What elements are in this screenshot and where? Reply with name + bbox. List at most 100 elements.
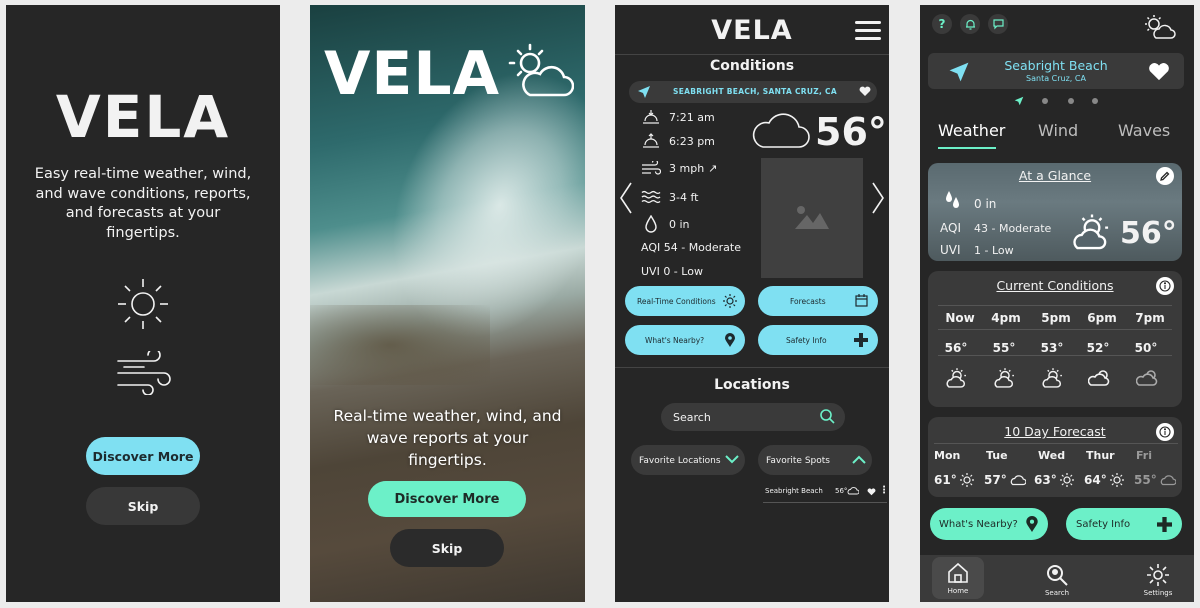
edit-button[interactable]	[1156, 167, 1174, 185]
chevron-left-icon[interactable]	[619, 181, 633, 215]
nav-search-label: Search	[1044, 589, 1070, 597]
divider	[938, 329, 1172, 330]
cloud-icon	[1088, 370, 1110, 386]
whats-nearby-label: What's Nearby?	[645, 335, 705, 345]
help-button[interactable]: ?	[932, 14, 952, 34]
nav-home[interactable]: Home	[932, 557, 984, 599]
waves-icon	[641, 190, 661, 204]
sunrise-time: 7:21 am	[669, 110, 715, 124]
current-temp: 56°	[815, 110, 887, 154]
nav-home-label: Home	[947, 587, 969, 595]
favorite-locations-dropdown[interactable]: Favorite Locations	[631, 445, 745, 475]
location-name: SEABRIGHT BEACH, SANTA CRUZ, CA	[673, 87, 837, 96]
location-subtitle: Santa Cruz, CA	[1026, 74, 1086, 83]
day-label: Thur	[1086, 449, 1115, 462]
top-bar: VELA	[615, 5, 889, 55]
favorite-spots-dropdown[interactable]: Favorite Spots	[758, 445, 872, 475]
wind-speed: 3 mph	[669, 161, 705, 175]
hour-temp: 53°	[1040, 341, 1064, 355]
waves-row: 3-4 ft	[641, 189, 698, 205]
tab-weather[interactable]: Weather	[938, 121, 1005, 140]
current-conditions-card: Current Conditions Now 4pm 5pm 6pm 7pm 5…	[928, 271, 1182, 407]
pencil-icon	[1160, 171, 1170, 181]
chat-button[interactable]	[988, 14, 1008, 34]
glance-uvi-label: UVI	[940, 243, 961, 257]
rock-shore	[310, 305, 490, 385]
safety-info-button[interactable]: Safety Info	[758, 325, 878, 355]
skip-button[interactable]: Skip	[86, 487, 200, 525]
gear-icon	[1147, 564, 1169, 586]
safety-info-label: Safety Info	[786, 335, 827, 345]
favorite-spot-item[interactable]: Seabright Beach 56° ⋮	[763, 485, 889, 503]
info-button[interactable]	[1156, 423, 1174, 441]
forecasts-label: Forecasts	[790, 296, 826, 306]
hour-label: 6pm	[1087, 311, 1117, 325]
sunset-icon	[643, 133, 659, 148]
spot-temp: 56°	[835, 487, 848, 495]
bell-icon	[965, 19, 975, 30]
discover-more-button[interactable]: Discover More	[86, 437, 200, 475]
tab-waves[interactable]: Waves	[1118, 121, 1170, 140]
glance-rain: 0 in	[974, 197, 997, 211]
safety-info-button[interactable]: Safety Info	[1066, 508, 1182, 540]
glance-aqi: 43 - Moderate	[974, 222, 1052, 235]
discover-more-button[interactable]: Discover More	[368, 481, 526, 517]
day-label: Mon	[934, 449, 961, 462]
notifications-button[interactable]	[960, 14, 980, 34]
image-placeholder	[761, 158, 863, 278]
cloud-icon	[1136, 370, 1158, 386]
nav-search[interactable]: Search	[1031, 557, 1083, 597]
ten-day-forecast-title: 10 Day Forecast	[1004, 424, 1106, 439]
glance-temp: 56°	[1120, 216, 1177, 251]
info-icon	[1159, 426, 1171, 438]
divider	[938, 355, 1172, 356]
search-input[interactable]: Search	[661, 403, 845, 431]
more-options-icon[interactable]: ⋮	[879, 485, 889, 496]
chat-icon	[992, 18, 1004, 29]
real-time-conditions-button[interactable]: Real-Time Conditions	[625, 286, 745, 316]
map-pin-icon	[725, 333, 735, 347]
glance-aqi-label: AQI	[940, 221, 961, 235]
location-bar[interactable]: SEABRIGHT BEACH, SANTA CRUZ, CA	[629, 81, 877, 103]
weather-home-screen: ? Seabright Beach Santa Cruz, CA Weather…	[920, 5, 1194, 602]
location-card[interactable]: Seabright Beach Santa Cruz, CA	[928, 53, 1184, 89]
whats-nearby-label: What's Nearby?	[939, 518, 1018, 530]
menu-icon[interactable]	[855, 21, 881, 40]
hour-label: 4pm	[991, 311, 1021, 325]
sunrise-icon	[643, 110, 659, 124]
raindrops-icon	[946, 191, 959, 208]
location-arrow-icon	[638, 86, 650, 98]
whats-nearby-button[interactable]: What's Nearby?	[625, 325, 745, 355]
heart-icon[interactable]	[859, 86, 871, 97]
image-icon	[795, 206, 829, 229]
day-label: Wed	[1038, 449, 1066, 462]
uvi-row: UVI 0 - Low	[641, 265, 703, 278]
sunset-time: 6:23 pm	[669, 134, 715, 148]
divider	[934, 443, 1178, 444]
forecasts-button[interactable]: Forecasts	[758, 286, 878, 316]
medical-cross-icon	[1157, 517, 1172, 532]
home-icon	[948, 562, 968, 583]
whats-nearby-button[interactable]: What's Nearby?	[930, 508, 1048, 540]
heart-icon[interactable]	[1148, 62, 1170, 82]
divider	[615, 367, 889, 368]
day-temp: 57°	[984, 473, 1007, 487]
sun-icon	[1110, 473, 1124, 487]
uvi-value: UVI 0 - Low	[641, 265, 703, 278]
heart-icon[interactable]	[867, 488, 876, 496]
skip-button[interactable]: Skip	[390, 529, 504, 567]
info-button[interactable]	[1156, 277, 1174, 295]
cloud-icon	[1160, 475, 1176, 486]
nav-settings[interactable]: Settings	[1132, 557, 1184, 597]
tab-wind[interactable]: Wind	[1038, 121, 1078, 140]
intro-screen: VELA Real-time weather, wind, and wave r…	[310, 5, 585, 602]
chevron-right-icon[interactable]	[871, 181, 885, 215]
cloud-icon	[752, 113, 810, 148]
locations-title: Locations	[714, 377, 790, 393]
app-logo: VELA	[324, 39, 501, 109]
info-icon	[1159, 280, 1171, 292]
app-logo: VELA	[55, 83, 231, 151]
sun-icon	[118, 279, 168, 329]
day-temp: 55°	[1134, 473, 1157, 487]
hour-temp: 50°	[1134, 341, 1158, 355]
